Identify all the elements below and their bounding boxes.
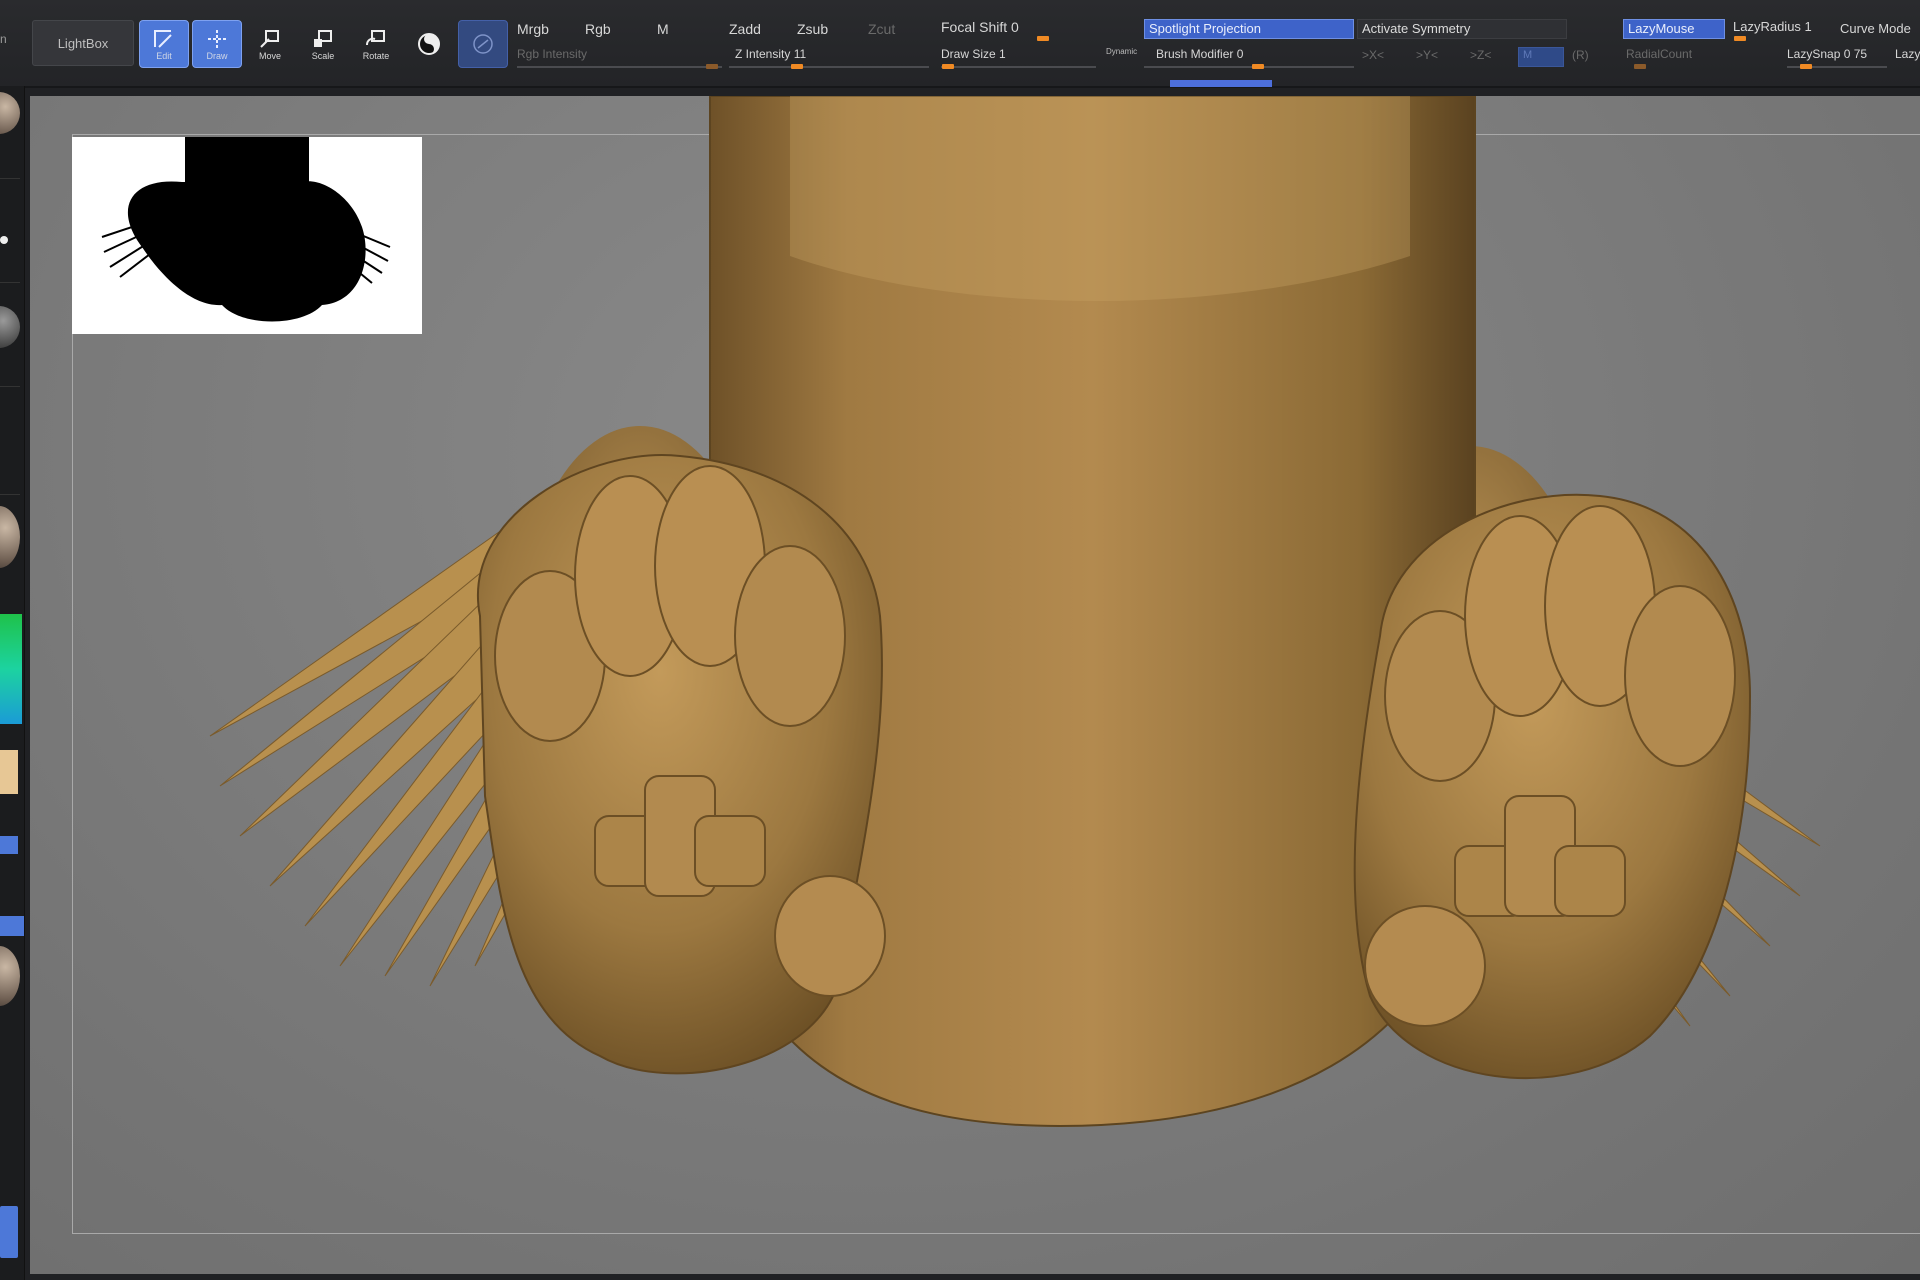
stroke-dot-icon[interactable] xyxy=(0,236,8,244)
lazy-snap-knob[interactable] xyxy=(1800,64,1812,69)
draw-size-slider[interactable]: Draw Size 1 xyxy=(941,47,1006,61)
lazy-radius-slider[interactable]: LazyRadius 1 xyxy=(1733,19,1812,34)
scale-icon xyxy=(314,30,332,47)
tray-divider xyxy=(0,386,20,387)
symmetry-radial-toggle[interactable]: (R) xyxy=(1572,48,1589,62)
mrgb-toggle[interactable]: Mrgb xyxy=(517,21,549,37)
symmetry-y-toggle[interactable]: >Y< xyxy=(1416,48,1438,62)
focal-shift-knob[interactable] xyxy=(1037,36,1049,41)
left-paw xyxy=(477,454,886,1075)
rgb-intensity-track[interactable] xyxy=(517,66,722,68)
brush-modifier-slider[interactable]: Brush Modifier 0 xyxy=(1156,47,1243,61)
symmetry-x-toggle[interactable]: >X< xyxy=(1362,48,1384,62)
document-canvas[interactable] xyxy=(30,96,1920,1274)
edit-button[interactable]: Edit xyxy=(139,20,189,68)
scale-button-label: Scale xyxy=(311,51,335,61)
lazymouse-toggle[interactable]: LazyMouse xyxy=(1623,19,1725,39)
activate-symmetry-toggle[interactable]: Activate Symmetry xyxy=(1357,19,1567,39)
draw-size-track[interactable] xyxy=(941,66,1096,68)
tray-divider xyxy=(0,282,20,283)
z-intensity-track[interactable] xyxy=(729,66,929,68)
material-sphere-icon xyxy=(418,33,440,55)
spotlight-projection-toggle[interactable]: Spotlight Projection xyxy=(1144,19,1354,39)
draw-button-label: Draw xyxy=(206,51,228,61)
move-button[interactable]: Move xyxy=(245,20,295,68)
move-icon xyxy=(260,30,279,48)
tray-blue-button[interactable] xyxy=(0,1206,18,1258)
zcut-toggle[interactable]: Zcut xyxy=(868,21,895,37)
brush-modifier-knob[interactable] xyxy=(1252,64,1264,69)
rotate-button-label: Rotate xyxy=(362,51,390,61)
lazy-step-slider[interactable]: Lazy xyxy=(1895,47,1920,61)
edit-button-label: Edit xyxy=(156,51,172,61)
tray-divider xyxy=(0,494,20,495)
m-toggle[interactable]: M xyxy=(657,21,669,37)
main-color-swatch[interactable] xyxy=(0,750,18,794)
draw-size-knob[interactable] xyxy=(942,64,954,69)
brush-modifier-track[interactable] xyxy=(1144,66,1354,68)
dynamic-toggle[interactable]: Dynamic xyxy=(1106,47,1137,56)
rotate-icon xyxy=(366,30,385,46)
brush-thumbnail[interactable] xyxy=(0,92,20,134)
tray-blue-toggle-2[interactable] xyxy=(0,916,24,936)
body-highlight xyxy=(790,96,1410,301)
symmetry-m-toggle[interactable]: M xyxy=(1518,47,1564,67)
move-button-label: Move xyxy=(258,51,281,61)
zadd-toggle[interactable]: Zadd xyxy=(729,21,761,37)
material-thumbnail[interactable] xyxy=(0,506,20,568)
gizmo-icon xyxy=(473,34,493,54)
z-intensity-knob[interactable] xyxy=(791,64,803,69)
edit-icon xyxy=(154,30,172,48)
rgb-intensity-knob[interactable] xyxy=(706,64,718,69)
silhouette-icon xyxy=(101,137,391,322)
focal-shift-slider[interactable]: Focal Shift 0 xyxy=(941,19,1019,35)
scale-button[interactable]: Scale xyxy=(298,20,348,68)
draw-button[interactable]: Draw xyxy=(192,20,242,68)
lightbox-button[interactable]: LightBox xyxy=(32,20,134,66)
right-paw xyxy=(1353,493,1752,1080)
lazy-snap-slider[interactable]: LazySnap 0 75 xyxy=(1787,47,1867,61)
tray-divider xyxy=(0,178,20,179)
color-picker[interactable] xyxy=(0,614,22,724)
tray-tab-label: n xyxy=(0,32,7,46)
rgb-intensity-slider[interactable]: Rgb Intensity xyxy=(517,47,587,61)
rgb-toggle[interactable]: Rgb xyxy=(585,21,611,37)
rotate-button[interactable]: Rotate xyxy=(351,20,401,68)
alpha-thumbnail[interactable] xyxy=(0,306,20,348)
curve-mode-toggle[interactable]: Curve Mode xyxy=(1840,21,1911,36)
symmetry-z-toggle[interactable]: >Z< xyxy=(1470,48,1491,62)
material-sphere-thumbnail[interactable] xyxy=(0,946,20,1006)
radial-count-knob[interactable] xyxy=(1634,64,1646,69)
draw-icon xyxy=(208,30,226,48)
lazy-radius-knob[interactable] xyxy=(1734,36,1746,41)
tray-blue-toggle[interactable] xyxy=(0,836,18,854)
gizmo-button[interactable] xyxy=(458,20,508,68)
radial-count-slider[interactable]: RadialCount xyxy=(1626,47,1692,61)
zsub-toggle[interactable]: Zsub xyxy=(797,21,828,37)
material-sphere-button[interactable] xyxy=(404,20,454,68)
active-shelf-tab-indicator xyxy=(1170,80,1272,87)
top-shelf: n LightBox Edit Draw Move Scale Rotate M… xyxy=(0,0,1920,88)
left-tray xyxy=(0,86,25,1280)
silhouette-reference-image xyxy=(72,137,422,334)
z-intensity-slider[interactable]: Z Intensity 11 xyxy=(735,47,806,61)
